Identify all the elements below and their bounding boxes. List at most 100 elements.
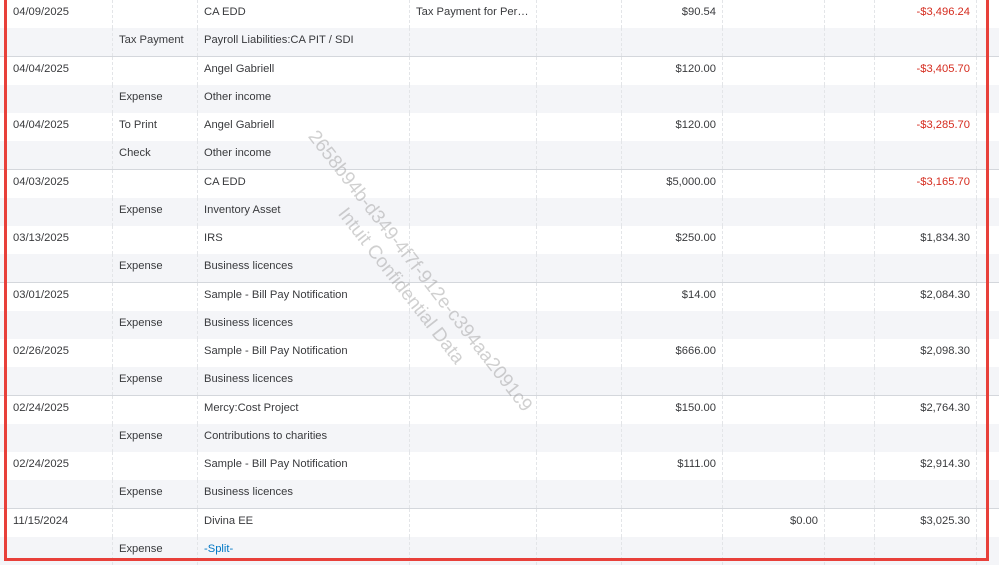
transaction-main-line[interactable]: 04/04/2025 To Print Angel Gabriell $120.00 -… — [0, 113, 999, 141]
txn-tail — [976, 113, 999, 141]
txn-payment: $250.00 — [621, 226, 722, 254]
txn-tail — [976, 56, 999, 85]
transaction-row[interactable]: 04/09/2025 CA EDD Tax Payment for Peri… $90… — [0, 0, 999, 57]
txn-memo — [409, 226, 536, 254]
transaction-main-line[interactable]: 03/01/2025 Sample - Bill Pay Notification… — [0, 282, 999, 311]
txn-blank — [621, 367, 722, 395]
transaction-main-line[interactable]: 11/15/2024 Divina EE $0.00 $3,025.30 — [0, 508, 999, 537]
txn-blank — [874, 536, 976, 565]
transaction-row[interactable]: 03/13/2025 IRS $250.00 $1,834.30 Expense Busi… — [0, 226, 999, 283]
txn-balance: $2,098.30 — [874, 339, 976, 367]
txn-blank — [874, 310, 976, 339]
txn-account: Business licences — [197, 310, 409, 339]
transaction-main-line[interactable]: 04/09/2025 CA EDD Tax Payment for Peri… $90… — [0, 0, 999, 28]
transaction-row[interactable]: 02/26/2025 Sample - Bill Pay Notification… — [0, 339, 999, 396]
txn-blank — [409, 536, 536, 565]
transaction-row[interactable]: 04/03/2025 CA EDD $5,000.00 -$3,165.70 Expen… — [0, 169, 999, 226]
txn-reconcile — [824, 169, 874, 198]
txn-type: Check — [112, 141, 197, 169]
txn-memo — [409, 56, 536, 85]
txn-reconcile — [824, 0, 874, 28]
transaction-detail-line[interactable]: Expense Business licences — [0, 310, 999, 339]
transaction-detail-line[interactable]: Expense Business licences — [0, 254, 999, 282]
txn-blank — [874, 28, 976, 56]
txn-tail — [976, 452, 999, 480]
txn-blank — [536, 197, 621, 226]
txn-blank — [0, 254, 112, 282]
transaction-detail-line[interactable]: Expense Inventory Asset — [0, 197, 999, 226]
txn-blank — [621, 480, 722, 508]
txn-blank — [824, 310, 874, 339]
txn-balance: -$3,496.24 — [874, 0, 976, 28]
transaction-main-line[interactable]: 02/24/2025 Sample - Bill Pay Notification… — [0, 452, 999, 480]
txn-balance: $2,084.30 — [874, 282, 976, 311]
split-link[interactable]: -Split- — [197, 536, 409, 565]
txn-account: Business licences — [197, 367, 409, 395]
txn-blank — [536, 84, 621, 113]
txn-type: Expense — [112, 197, 197, 226]
txn-payment: $90.54 — [621, 0, 722, 28]
transaction-main-line[interactable]: 03/13/2025 IRS $250.00 $1,834.30 — [0, 226, 999, 254]
txn-payment: $150.00 — [621, 395, 722, 424]
txn-blank — [0, 198, 112, 226]
txn-blank — [536, 113, 621, 141]
txn-tail — [976, 84, 999, 113]
txn-date: 11/15/2024 — [13, 514, 69, 527]
txn-date: 03/01/2025 — [13, 288, 69, 301]
transaction-detail-line[interactable]: Expense Business licences — [0, 367, 999, 395]
transaction-row[interactable]: 02/24/2025 Mercy:Cost Project $150.00 $2,76… — [0, 395, 999, 452]
txn-deposit — [722, 226, 824, 254]
txn-deposit — [722, 0, 824, 28]
txn-type: Expense — [112, 84, 197, 113]
txn-blank — [824, 141, 874, 169]
txn-date: 02/24/2025 — [13, 458, 69, 470]
txn-blank — [409, 367, 536, 395]
txn-blank — [722, 141, 824, 169]
txn-blank — [722, 536, 824, 565]
txn-blank — [536, 480, 621, 508]
txn-tail — [976, 254, 999, 282]
txn-blank — [722, 367, 824, 395]
txn-blank — [536, 0, 621, 28]
txn-blank — [0, 85, 112, 113]
txn-payee: Sample - Bill Pay Notification — [197, 452, 409, 480]
transaction-detail-line[interactable]: Check Other income — [0, 141, 999, 169]
txn-blank — [0, 424, 112, 452]
txn-tail — [976, 395, 999, 424]
txn-payee: Angel Gabriell — [197, 113, 409, 141]
transaction-detail-line[interactable]: Expense -Split- — [0, 536, 999, 565]
transaction-row[interactable]: 03/01/2025 Sample - Bill Pay Notification… — [0, 282, 999, 339]
txn-blank — [536, 536, 621, 565]
txn-tail — [976, 367, 999, 395]
txn-reconcile — [824, 56, 874, 85]
txn-blank — [409, 141, 536, 169]
txn-deposit: $0.00 — [722, 508, 824, 537]
txn-tail — [976, 508, 999, 537]
transaction-main-line[interactable]: 02/24/2025 Mercy:Cost Project $150.00 $2,76… — [0, 395, 999, 424]
transaction-row[interactable]: 04/04/2025 To Print Angel Gabriell $120.00 -… — [0, 113, 999, 170]
transaction-row[interactable]: 02/24/2025 Sample - Bill Pay Notification… — [0, 452, 999, 509]
txn-reconcile — [824, 282, 874, 311]
txn-reconcile — [824, 339, 874, 367]
transaction-main-line[interactable]: 04/04/2025 Angel Gabriell $120.00 -$3,405.7… — [0, 56, 999, 85]
txn-blank — [621, 254, 722, 282]
txn-date: 04/04/2025 — [13, 119, 69, 131]
txn-blank — [536, 339, 621, 367]
txn-deposit — [722, 452, 824, 480]
transaction-detail-line[interactable]: Tax Payment Payroll Liabilities:CA PIT / … — [0, 28, 999, 56]
transaction-detail-line[interactable]: Expense Other income — [0, 84, 999, 113]
transaction-row[interactable]: 04/04/2025 Angel Gabriell $120.00 -$3,405.7… — [0, 56, 999, 113]
txn-balance: $1,834.30 — [874, 226, 976, 254]
txn-deposit — [722, 56, 824, 85]
txn-blank — [824, 28, 874, 56]
transaction-detail-line[interactable]: Expense Business licences — [0, 480, 999, 508]
txn-blank — [409, 480, 536, 508]
transaction-main-line[interactable]: 02/26/2025 Sample - Bill Pay Notification… — [0, 339, 999, 367]
transaction-detail-line[interactable]: Expense Contributions to charities — [0, 423, 999, 452]
transaction-row[interactable]: 11/15/2024 Divina EE $0.00 $3,025.30 Expense… — [0, 508, 999, 565]
txn-blank — [409, 84, 536, 113]
txn-type: Tax Payment — [112, 28, 197, 56]
txn-blank — [621, 141, 722, 169]
transaction-main-line[interactable]: 04/03/2025 CA EDD $5,000.00 -$3,165.70 — [0, 169, 999, 198]
txn-memo — [409, 452, 536, 480]
